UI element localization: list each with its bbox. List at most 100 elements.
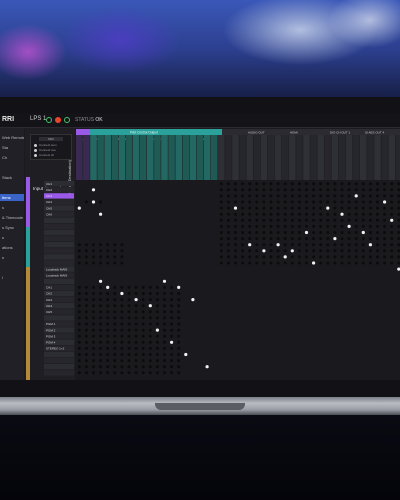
- crosspoint[interactable]: [177, 340, 181, 344]
- crosspoint[interactable]: [255, 237, 259, 241]
- crosspoint[interactable]: [312, 237, 316, 241]
- crosspoint[interactable]: [234, 194, 237, 198]
- column-header[interactable]: [331, 135, 339, 180]
- crosspoint[interactable]: [361, 255, 365, 259]
- crosspoint[interactable]: [170, 334, 174, 338]
- crosspoint[interactable]: [312, 182, 316, 186]
- crosspoint[interactable]: [248, 261, 252, 265]
- crosspoint[interactable]: [120, 255, 124, 259]
- crosspoint[interactable]: [170, 310, 174, 314]
- crosspoint[interactable]: [326, 200, 330, 204]
- input-row-label-cell[interactable]: [44, 364, 74, 370]
- crosspoint[interactable]: [340, 249, 344, 253]
- crosspoint[interactable]: [163, 316, 166, 320]
- crosspoint[interactable]: [77, 328, 81, 332]
- crosspoint[interactable]: [163, 353, 166, 356]
- crosspoint-active[interactable]: [77, 206, 81, 210]
- crosspoint[interactable]: [283, 182, 287, 186]
- column-header[interactable]: [345, 135, 353, 180]
- crosspoint[interactable]: [326, 261, 330, 265]
- crosspoint[interactable]: [305, 182, 308, 186]
- crosspoint[interactable]: [361, 243, 365, 247]
- input-row-label-cell[interactable]: [44, 217, 74, 223]
- crosspoint[interactable]: [312, 188, 316, 192]
- crosspoint[interactable]: [241, 182, 245, 186]
- crosspoint[interactable]: [77, 365, 81, 369]
- crosspoint[interactable]: [92, 365, 95, 369]
- crosspoint[interactable]: [163, 359, 166, 363]
- column-header[interactable]: [310, 135, 317, 180]
- crosspoint[interactable]: [290, 194, 294, 198]
- crosspoint[interactable]: [376, 249, 379, 253]
- crosspoint[interactable]: [312, 249, 316, 253]
- crosspoint[interactable]: [106, 255, 110, 259]
- crosspoint[interactable]: [297, 237, 301, 241]
- crosspoint[interactable]: [269, 206, 273, 210]
- group-tab-purple[interactable]: [76, 129, 90, 135]
- crosspoint[interactable]: [77, 261, 81, 265]
- crosspoint[interactable]: [241, 200, 245, 204]
- crosspoint[interactable]: [127, 316, 131, 320]
- crosspoint[interactable]: [99, 371, 103, 375]
- crosspoint[interactable]: [354, 206, 358, 210]
- crosspoint[interactable]: [170, 371, 174, 375]
- column-header[interactable]: [139, 135, 147, 180]
- input-row-label-cell[interactable]: [44, 357, 74, 364]
- crosspoint[interactable]: [155, 359, 159, 363]
- crosspoint[interactable]: [113, 255, 117, 259]
- crosspoint[interactable]: [127, 365, 131, 369]
- crosspoint[interactable]: [226, 218, 230, 222]
- crosspoint[interactable]: [113, 322, 117, 326]
- crosspoint[interactable]: [177, 304, 181, 308]
- crosspoint[interactable]: [99, 200, 103, 204]
- crosspoint[interactable]: [269, 212, 273, 216]
- input-row-label-cell[interactable]: [44, 229, 74, 236]
- crosspoint[interactable]: [319, 188, 323, 192]
- crosspoint[interactable]: [134, 340, 138, 344]
- crosspoint[interactable]: [148, 334, 152, 338]
- crosspoint[interactable]: [226, 224, 230, 228]
- crosspoint[interactable]: [276, 255, 280, 259]
- crosspoint[interactable]: [269, 200, 273, 204]
- crosspoint[interactable]: [219, 218, 223, 222]
- crosspoint[interactable]: [269, 255, 273, 259]
- crosspoint[interactable]: [326, 188, 330, 192]
- crosspoint[interactable]: [148, 298, 152, 302]
- crosspoint[interactable]: [297, 182, 301, 186]
- crosspoint[interactable]: [390, 212, 394, 216]
- crosspoint-active[interactable]: [162, 279, 167, 283]
- crosspoint[interactable]: [262, 243, 266, 247]
- crosspoint[interactable]: [134, 353, 138, 356]
- crosspoint[interactable]: [120, 353, 124, 356]
- crosspoint[interactable]: [106, 304, 110, 308]
- crosspoint[interactable]: [255, 224, 259, 228]
- crosspoint-active[interactable]: [340, 212, 344, 216]
- crosspoint[interactable]: [354, 255, 358, 259]
- crosspoint[interactable]: [262, 200, 266, 204]
- crosspoint[interactable]: [376, 224, 379, 228]
- crosspoint[interactable]: [84, 243, 88, 247]
- crosspoint[interactable]: [99, 292, 103, 295]
- crosspoint[interactable]: [155, 322, 159, 326]
- crosspoint[interactable]: [177, 334, 181, 338]
- crosspoint[interactable]: [354, 224, 358, 228]
- crosspoint[interactable]: [234, 261, 237, 265]
- crosspoint[interactable]: [319, 255, 323, 259]
- crosspoint[interactable]: [163, 292, 166, 295]
- crosspoint[interactable]: [219, 237, 223, 241]
- crosspoint[interactable]: [141, 334, 145, 338]
- crosspoint[interactable]: [92, 359, 95, 363]
- column-header[interactable]: [352, 135, 360, 180]
- crosspoint[interactable]: [326, 237, 330, 241]
- column-header[interactable]: [175, 135, 182, 180]
- crosspoint[interactable]: [163, 365, 166, 369]
- crosspoint[interactable]: [255, 243, 259, 247]
- crosspoint[interactable]: [255, 182, 259, 186]
- crosspoint[interactable]: [297, 194, 301, 198]
- crosspoint[interactable]: [170, 359, 174, 363]
- crosspoint[interactable]: [241, 188, 245, 192]
- crosspoint[interactable]: [319, 231, 323, 234]
- crosspoint[interactable]: [99, 346, 103, 350]
- crosspoint[interactable]: [234, 224, 237, 228]
- crosspoint[interactable]: [84, 261, 88, 265]
